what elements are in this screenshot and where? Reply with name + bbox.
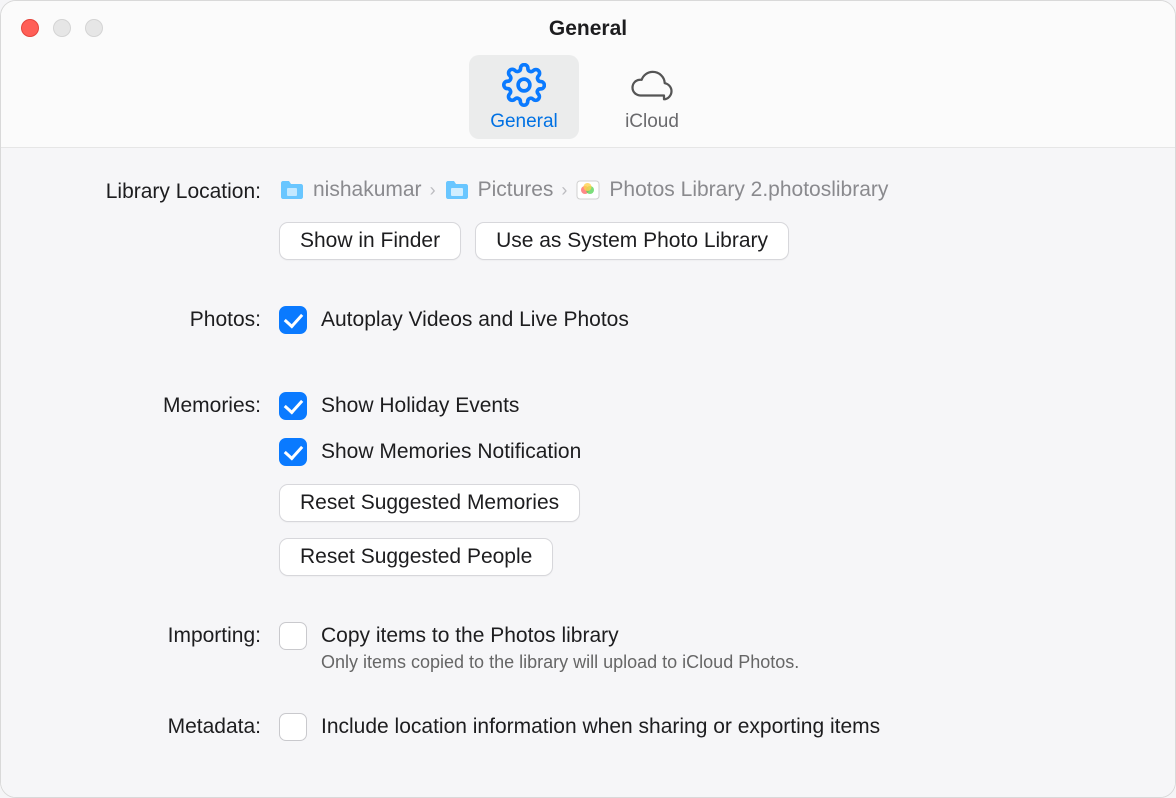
use-as-system-library-button[interactable]: Use as System Photo Library — [475, 222, 789, 260]
content-area: Library Location: nishakumar › Pictures … — [1, 148, 1175, 797]
importing-note: Only items copied to the library will up… — [321, 652, 1135, 673]
include-location-checkbox[interactable] — [279, 713, 307, 741]
folder-icon — [444, 179, 470, 201]
row-memories: Memories: Show Holiday Events Show Memor… — [41, 392, 1135, 576]
window-title: General — [1, 1, 1175, 41]
close-window-button[interactable] — [21, 19, 39, 37]
row-metadata: Metadata: Include location information w… — [41, 713, 1135, 741]
zoom-window-button[interactable] — [85, 19, 103, 37]
include-location-label: Include location information when sharin… — [321, 715, 880, 739]
copy-items-label: Copy items to the Photos library — [321, 624, 619, 648]
reset-suggested-memories-button[interactable]: Reset Suggested Memories — [279, 484, 580, 522]
show-memories-notification-checkbox[interactable] — [279, 438, 307, 466]
memories-label: Memories: — [41, 392, 279, 418]
autoplay-label: Autoplay Videos and Live Photos — [321, 308, 629, 332]
tab-general-label: General — [490, 111, 558, 133]
tab-general[interactable]: General — [469, 55, 579, 139]
row-library-location: Library Location: nishakumar › Pictures … — [41, 178, 1135, 260]
show-memories-notification-label: Show Memories Notification — [321, 440, 581, 464]
library-path-breadcrumb: nishakumar › Pictures › Photos Library 2… — [279, 178, 1135, 202]
show-in-finder-button[interactable]: Show in Finder — [279, 222, 461, 260]
copy-items-checkbox[interactable] — [279, 622, 307, 650]
gear-icon — [502, 63, 546, 107]
photos-label: Photos: — [41, 306, 279, 332]
folder-icon — [279, 179, 305, 201]
chevron-right-icon: › — [561, 180, 567, 201]
prefs-toolbar: General iCloud — [1, 55, 1175, 139]
row-importing: Importing: Copy items to the Photos libr… — [41, 622, 1135, 673]
show-holiday-events-label: Show Holiday Events — [321, 394, 519, 418]
breadcrumb-segment: Photos Library 2.photoslibrary — [609, 178, 888, 202]
chevron-right-icon: › — [430, 180, 436, 201]
photos-library-icon — [575, 179, 601, 201]
window-controls — [21, 19, 103, 37]
row-photos: Photos: Autoplay Videos and Live Photos — [41, 306, 1135, 346]
breadcrumb-segment: Pictures — [478, 178, 554, 202]
tab-icloud-label: iCloud — [625, 111, 679, 133]
titlebar: General General iCloud — [1, 1, 1175, 148]
autoplay-checkbox[interactable] — [279, 306, 307, 334]
library-location-label: Library Location: — [41, 178, 279, 204]
show-holiday-events-checkbox[interactable] — [279, 392, 307, 420]
minimize-window-button[interactable] — [53, 19, 71, 37]
preferences-window: General General iCloud — [0, 0, 1176, 798]
importing-label: Importing: — [41, 622, 279, 648]
cloud-icon — [628, 63, 676, 107]
tab-icloud[interactable]: iCloud — [597, 55, 707, 139]
reset-suggested-people-button[interactable]: Reset Suggested People — [279, 538, 553, 576]
breadcrumb-segment: nishakumar — [313, 178, 422, 202]
metadata-label: Metadata: — [41, 713, 279, 739]
